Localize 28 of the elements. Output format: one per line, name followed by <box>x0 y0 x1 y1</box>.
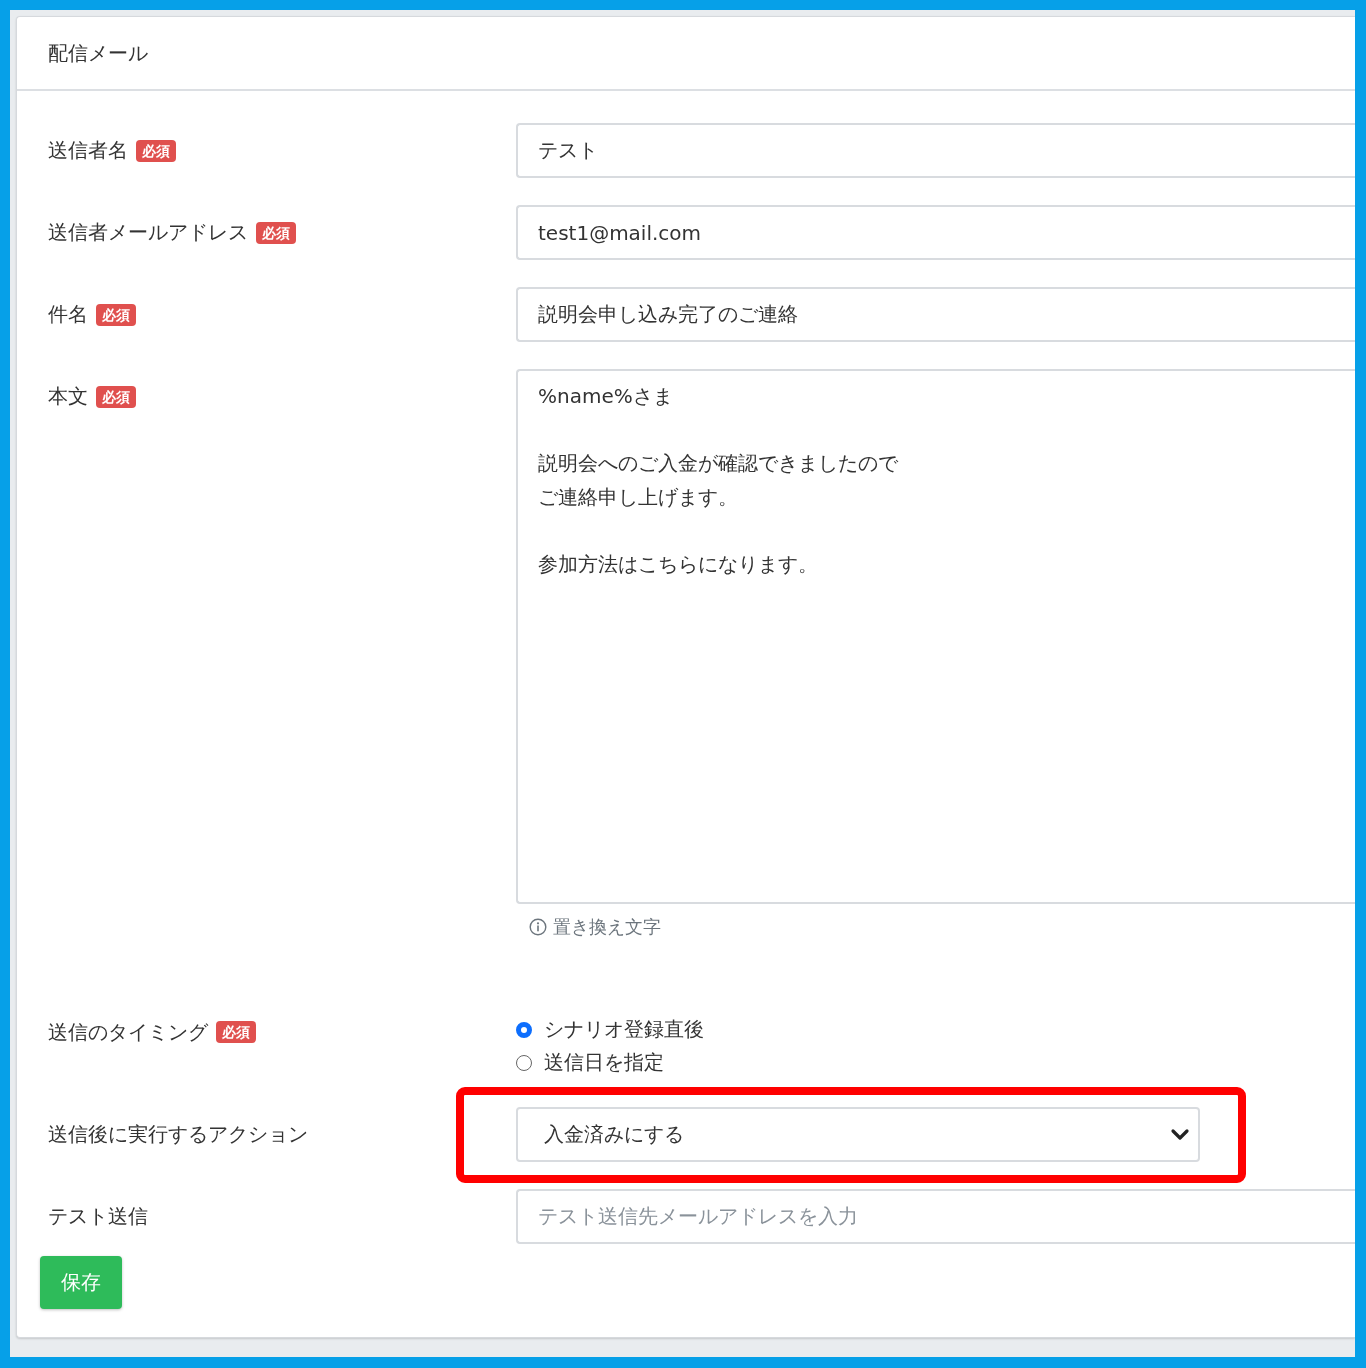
info-icon <box>529 918 547 936</box>
required-badge: 必須 <box>96 385 136 408</box>
required-badge: 必須 <box>96 303 136 326</box>
field-label: テスト送信 <box>48 1203 148 1230</box>
field-label: 送信者名 <box>48 137 128 164</box>
field-label: 送信後に実行するアクション <box>48 1121 308 1148</box>
text-line: 参加方法はこちらになります。 <box>538 551 818 576</box>
field-label: 件名 <box>48 301 88 328</box>
text-line: ご連絡申し上げます。 <box>538 484 738 509</box>
chevron-down-icon <box>1170 1127 1190 1142</box>
text-field[interactable]: 説明会申し込み完了のご連絡 <box>516 287 1355 342</box>
radio-label[interactable]: シナリオ登録直後 <box>544 1016 704 1043</box>
required-badge: 必須 <box>216 1021 256 1043</box>
card-title: 配信メール <box>48 39 148 67</box>
field-label: 本文 <box>48 383 88 410</box>
required-badge: 必須 <box>136 139 176 162</box>
text-line: %name%さま <box>538 384 673 408</box>
text-field[interactable]: test1@mail.com <box>516 205 1355 260</box>
radio-label[interactable]: 送信日を指定 <box>544 1049 664 1076</box>
text-field[interactable]: テスト <box>516 123 1355 178</box>
field-label: 送信者メールアドレス <box>48 219 248 246</box>
action-dropdown[interactable]: 入金済みにする <box>516 1107 1200 1162</box>
radio-button[interactable] <box>516 1021 532 1038</box>
body-textarea[interactable]: %name%さま 説明会へのご入金が確認できましたので ご連絡申し上げます。 参加方法はこちらになります。 <box>516 369 1355 904</box>
required-badge: 必須 <box>256 221 296 244</box>
text-line: 説明会へのご入金が確認できましたので <box>538 451 898 475</box>
hint-link[interactable]: 置き換え文字 <box>553 915 661 939</box>
field-label: 送信のタイミング <box>48 1018 208 1046</box>
